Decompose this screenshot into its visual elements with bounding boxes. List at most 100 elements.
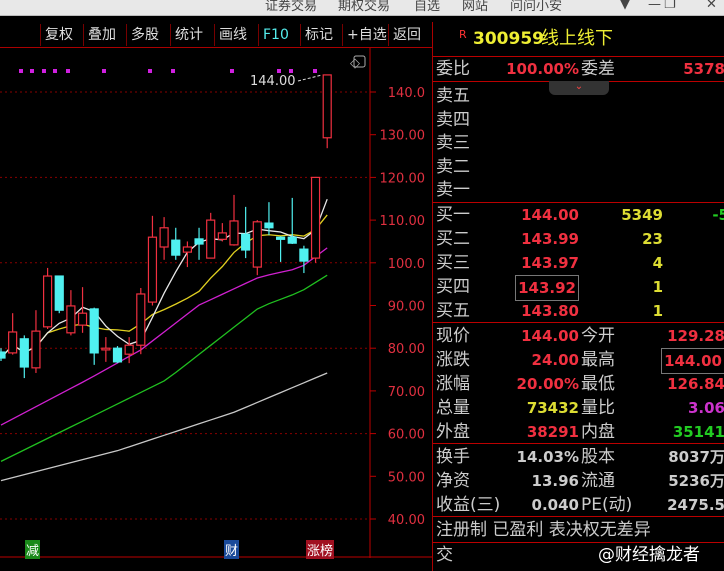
candle-body[interactable]	[8, 331, 18, 354]
stat-value: 73432	[526, 399, 579, 417]
candle-body[interactable]	[0, 351, 6, 359]
stat-row: 现价 144.00 今开 129.28	[433, 324, 724, 348]
buy-row: 买一 144.00 5349 -5	[433, 203, 724, 227]
candle-body[interactable]	[322, 74, 332, 139]
minimize-icon[interactable]: —	[648, 0, 661, 12]
buy-price[interactable]: 143.99	[521, 227, 579, 251]
buy-change: -5	[712, 206, 724, 224]
y-tick-label: 40.00	[388, 513, 425, 528]
close-icon[interactable]: ✕	[706, 0, 717, 12]
candle-body[interactable]	[19, 338, 29, 368]
stat-label: 今开	[581, 326, 615, 346]
ma120-line	[0, 372, 328, 482]
toolbar-button[interactable]: +自选	[342, 24, 391, 46]
candle-body[interactable]	[89, 308, 99, 354]
weicha-value: 5378	[683, 60, 724, 78]
event-dot	[171, 69, 175, 73]
toolbar-button[interactable]: 标记	[300, 24, 337, 46]
candle-body[interactable]	[42, 275, 53, 328]
candle-body[interactable]	[206, 219, 216, 259]
candle-body[interactable]	[217, 232, 227, 240]
sell-row: 卖五	[433, 84, 724, 108]
candle-body[interactable]	[101, 347, 111, 351]
stat-row: 外盘 38291 内盘 35141	[433, 420, 724, 444]
toolbar-button[interactable]: 多股	[126, 24, 163, 46]
candle-body[interactable]	[299, 248, 309, 262]
event-tag[interactable]: 涨榜	[306, 540, 335, 559]
event-dot	[230, 69, 234, 73]
candle-body[interactable]	[66, 305, 76, 334]
candle-body[interactable]	[159, 227, 169, 248]
event-dot	[313, 69, 317, 73]
event-tag[interactable]: 减	[25, 540, 41, 559]
stat-label: 最高	[581, 350, 615, 370]
toolbar-button[interactable]: 统计	[170, 24, 207, 46]
candle-body[interactable]	[310, 176, 321, 259]
stat-label: 现价	[436, 326, 470, 346]
restore-icon[interactable]: ❐	[664, 0, 676, 12]
event-dot	[102, 69, 106, 73]
menu-item[interactable]: 网站	[462, 0, 488, 14]
kline-chart[interactable]: 140.0 130.00 120.00 110.00 100.0 90.00 80.00 70…	[0, 48, 432, 558]
candle-body[interactable]	[287, 236, 297, 244]
candle-body[interactable]	[136, 293, 146, 346]
buy-price[interactable]: 143.97	[521, 251, 579, 275]
candle-body[interactable]	[276, 236, 286, 240]
fund-label: 股本	[581, 447, 615, 467]
stat-value: 38291	[526, 423, 579, 441]
toolbar-button[interactable]: 叠加	[83, 24, 120, 46]
candle-body[interactable]	[264, 222, 274, 229]
diamond-icon[interactable]: ◇	[350, 56, 360, 71]
candle-body[interactable]	[54, 275, 64, 311]
toolbar-button[interactable]: 复权	[40, 24, 77, 46]
candle-body[interactable]	[112, 347, 123, 363]
toolbar-button[interactable]: F10	[258, 24, 293, 46]
fund-value: 8037万	[668, 448, 724, 466]
stock-header: R 300959 线上线下	[433, 27, 724, 55]
last-price-label: 144.00	[250, 74, 296, 89]
toolbar-button[interactable]: 画线	[214, 24, 251, 46]
candle-body[interactable]	[229, 220, 239, 246]
fundamental-row: 换手 14.03% 股本 8037万	[433, 445, 724, 469]
stat-value: 144.00	[661, 348, 724, 374]
candle-body[interactable]	[124, 344, 134, 355]
stock-name: 线上线下	[541, 28, 613, 49]
stat-label: 量比	[581, 398, 615, 418]
event-dot	[66, 69, 70, 73]
buy-price[interactable]: 144.00	[521, 203, 579, 227]
buy-price[interactable]: 143.80	[521, 299, 579, 323]
buy-price[interactable]: 143.92	[515, 275, 579, 301]
candle-body[interactable]	[182, 246, 192, 253]
sell-row: 卖二	[433, 155, 724, 179]
trade-label: 交	[436, 545, 453, 565]
event-tag[interactable]: 财	[224, 540, 240, 559]
candle-body[interactable]	[171, 239, 181, 256]
buy-label: 买二	[436, 229, 470, 249]
candle-body[interactable]	[241, 233, 251, 251]
menu-item[interactable]: 自选	[414, 0, 440, 14]
buy-row: 买二 143.99 23	[433, 227, 724, 251]
candle-body[interactable]	[252, 221, 262, 268]
watermark: @财经擒龙者	[598, 545, 700, 565]
candle-body[interactable]	[77, 312, 88, 326]
fund-value: 2475.5	[667, 496, 724, 514]
menu-item[interactable]: 问问小安	[510, 0, 562, 14]
fund-label: 流通	[581, 471, 615, 491]
y-tick-label: 70.00	[388, 385, 425, 400]
fundamental-row: 净资 13.96 流通 5236万	[433, 469, 724, 493]
stat-row: 涨跌 24.00 最高 144.00	[433, 348, 724, 374]
fund-label: PE(动)	[581, 495, 633, 515]
buy-row: 买三 143.97 4	[433, 251, 724, 275]
candle-body[interactable]	[194, 238, 204, 245]
stat-value: 126.84	[667, 375, 724, 393]
toolbar-button[interactable]: 返回	[388, 24, 425, 46]
candle-body[interactable]	[31, 330, 41, 369]
pin-icon[interactable]: ▼	[620, 0, 630, 12]
stat-value: 35141	[672, 423, 724, 441]
menu-item[interactable]: 证券交易	[265, 0, 317, 14]
menu-item[interactable]: 期权交易	[338, 0, 390, 14]
candle-body[interactable]	[147, 236, 158, 303]
stock-code: 300959	[473, 29, 544, 49]
tags-text: 注册制 已盈利 表决权无差异	[436, 520, 651, 540]
buy-volume: 1	[652, 302, 663, 320]
